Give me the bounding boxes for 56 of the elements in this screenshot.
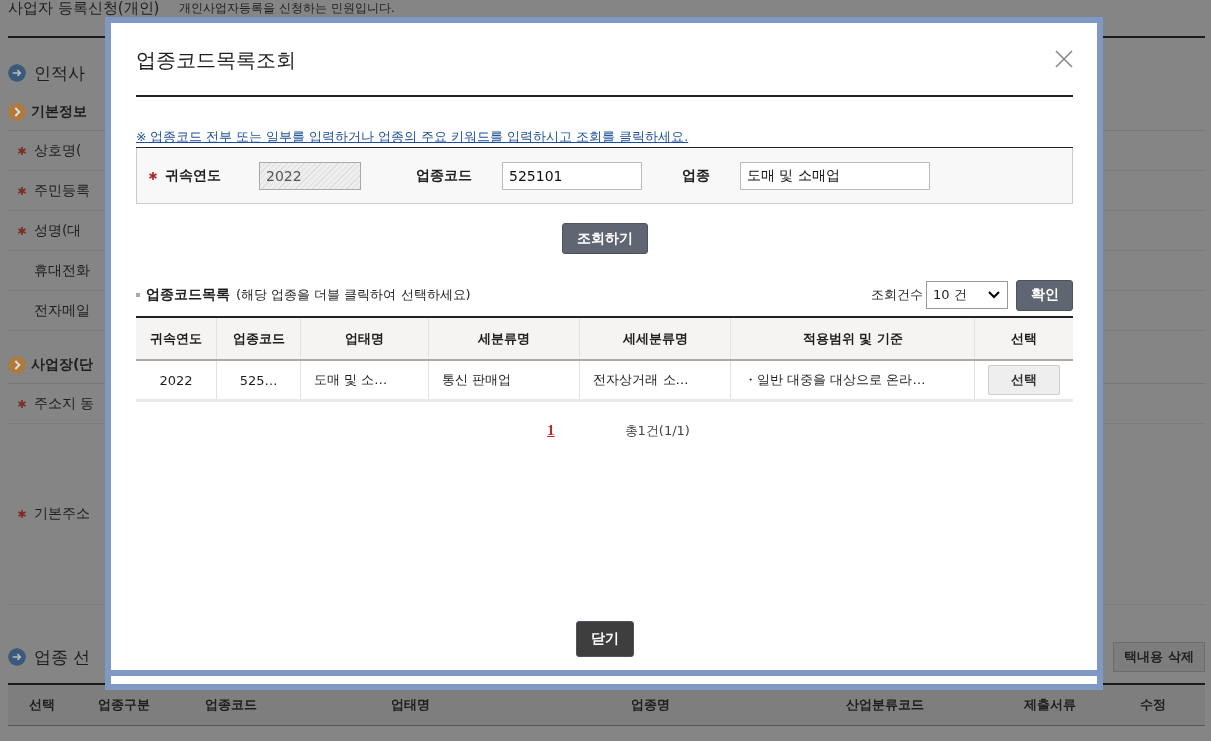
column-header: 적용범위 및 기준: [730, 317, 975, 360]
group-title: 사업장(단: [31, 355, 94, 374]
select-button[interactable]: 선택: [988, 365, 1060, 395]
column-header: 업종명: [629, 696, 671, 714]
chevron-icon: [8, 102, 26, 121]
search-button[interactable]: 조회하기: [561, 223, 648, 254]
total-count: 총1건(1/1): [624, 422, 690, 440]
column-header: 선택: [974, 317, 1073, 360]
table-cell: ・일반 대중을 대상으로 온라…: [730, 360, 975, 401]
column-header: 세세분류명: [579, 317, 731, 360]
delete-button[interactable]: 택내용 삭제: [1113, 642, 1205, 672]
list-title: 업종코드목록: [146, 286, 230, 304]
column-header: 산업분류코드: [845, 696, 925, 714]
input-field[interactable]: 525101: [502, 161, 642, 190]
section-title: 업종 선: [34, 645, 91, 669]
field-label: 업종: [682, 166, 710, 185]
page-subtitle: 개인사업자등록을 신청하는 민원입니다.: [179, 0, 395, 16]
column-header: 업종구분: [96, 696, 151, 714]
column-header: 수정: [1138, 696, 1167, 714]
column-header: 선택: [27, 696, 56, 714]
chevron-icon: [8, 355, 26, 374]
count-select[interactable]: 10 건: [926, 281, 1008, 309]
column-header: 업태명: [300, 317, 429, 360]
count-label: 조회건수: [871, 286, 923, 304]
chevron-down-icon: [987, 290, 1001, 300]
table-cell: 2022: [136, 360, 217, 401]
page-link[interactable]: 1: [547, 422, 555, 440]
table-cell: 525…: [216, 360, 301, 401]
column-header: 업태명: [389, 696, 431, 714]
confirm-button[interactable]: 확인: [1016, 279, 1073, 311]
field-label: 성명(대: [34, 221, 82, 240]
close-button[interactable]: 닫기: [575, 621, 634, 657]
table-cell: 전자상거래 소…: [579, 360, 731, 401]
field-label: 기본주소: [34, 505, 90, 523]
bullet-icon: [136, 293, 140, 297]
column-header: 제출서류: [1023, 696, 1077, 714]
group-title: 기본정보: [31, 102, 87, 121]
close-icon[interactable]: [1055, 50, 1073, 68]
field-label: 휴대전화: [34, 261, 90, 280]
field-label: 주민등록: [34, 181, 90, 200]
field-label: 상호명(: [34, 141, 82, 160]
table-cell: 통신 판매업: [428, 360, 580, 401]
field-label: 주소지 동: [34, 394, 95, 413]
field-label: 귀속연도: [165, 166, 221, 185]
section-title: 인적사: [34, 61, 85, 85]
list-hint: (해당 업종을 더블 클릭하여 선택하세요): [236, 286, 471, 304]
column-header: 귀속연도: [136, 317, 217, 360]
field-label: 전자메일: [34, 301, 90, 320]
column-header: 세분류명: [428, 317, 580, 360]
page-title: 사업자 등록신청(개인): [8, 0, 160, 16]
dialog-title: 업종코드목록조회: [136, 46, 296, 74]
input-field[interactable]: 도매 및 소매업: [740, 161, 930, 190]
table-cell: 도매 및 소…: [300, 360, 429, 401]
column-header: 업종코드: [204, 696, 258, 714]
column-header: 업종코드: [216, 317, 301, 360]
field-label: 업종코드: [416, 166, 472, 185]
